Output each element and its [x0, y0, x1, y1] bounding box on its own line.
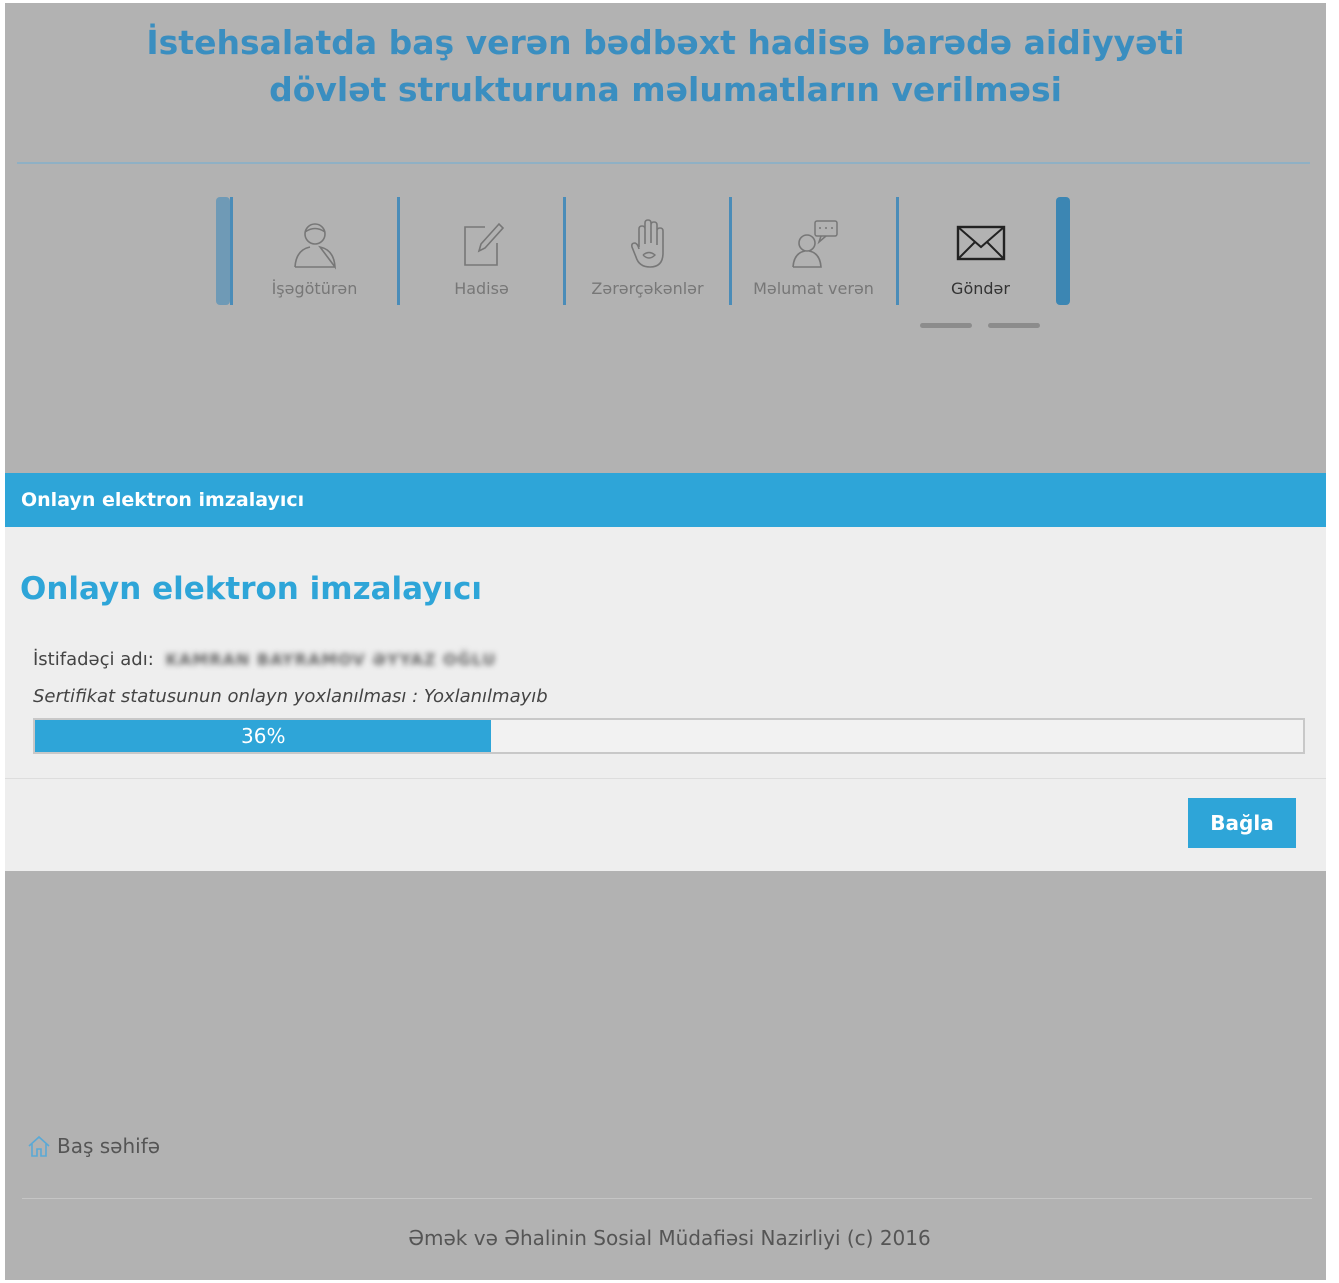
close-button[interactable]: Bağla [1188, 798, 1296, 848]
modal-footer: Bağla [5, 778, 1326, 871]
step-label: İşəgötürən [271, 279, 358, 298]
step-hadise[interactable]: Hadisə [397, 197, 563, 305]
home-link-label: Baş səhifə [57, 1134, 161, 1158]
step-label: Zərərçəkənlər [591, 279, 704, 298]
username-value: KAMRAN BAYRAMOV ƏYYAZ OĞLU [165, 650, 497, 669]
edit-icon [463, 222, 504, 266]
modal-body: Onlayn elektron imzalayıcı İstifadəçi ad… [5, 527, 1326, 778]
step-isegoturen[interactable]: İşəgötürən [230, 197, 396, 305]
page-title: İstehsalatda baş verən bədbəxt hadisə ba… [5, 19, 1326, 113]
copyright-text: Əmək və Əhalinin Sosial Müdafiəsi Nazirl… [408, 1226, 931, 1250]
hand-icon [630, 219, 664, 268]
step-gonder[interactable]: Göndər [896, 197, 1062, 305]
user-icon [293, 223, 336, 270]
signing-progress-bar: 36% [33, 718, 1305, 754]
footer-divider [22, 1198, 1312, 1199]
informant-icon [791, 220, 838, 268]
wizard-steps: İşəgötürən Hadisə Zərərçəkənlər Məlumat … [216, 197, 1072, 305]
page-title-line1: İstehsalatda baş verən bədbəxt hadisə ba… [146, 23, 1185, 62]
page-title-line2: dövlət strukturuna məlumatların verilməs… [269, 70, 1062, 109]
progress-label: 36% [241, 724, 286, 748]
step-indicator [920, 323, 1040, 329]
modal-header: Onlayn elektron imzalayıcı [5, 473, 1326, 527]
title-divider [17, 162, 1310, 164]
step-label: Göndər [951, 279, 1010, 298]
steps-right-cap [1056, 197, 1070, 305]
envelope-icon [956, 225, 1005, 261]
modal-title: Onlayn elektron imzalayıcı [20, 571, 482, 607]
username-row: İstifadəçi adı: KAMRAN BAYRAMOV ƏYYAZ OĞ… [33, 649, 496, 670]
step-label: Məlumat verən [753, 279, 874, 298]
home-link[interactable]: Baş səhifə [27, 1134, 160, 1158]
steps-left-cap [216, 197, 230, 305]
step-label: Hadisə [454, 279, 509, 298]
home-icon [28, 1135, 50, 1157]
step-zerercekenler[interactable]: Zərərçəkənlər [563, 197, 729, 305]
certificate-status: Sertifikat statusunun onlayn yoxlanılmas… [33, 686, 548, 707]
username-label: İstifadəçi adı: [33, 649, 154, 670]
step-melumat-veren[interactable]: Məlumat verən [729, 197, 895, 305]
